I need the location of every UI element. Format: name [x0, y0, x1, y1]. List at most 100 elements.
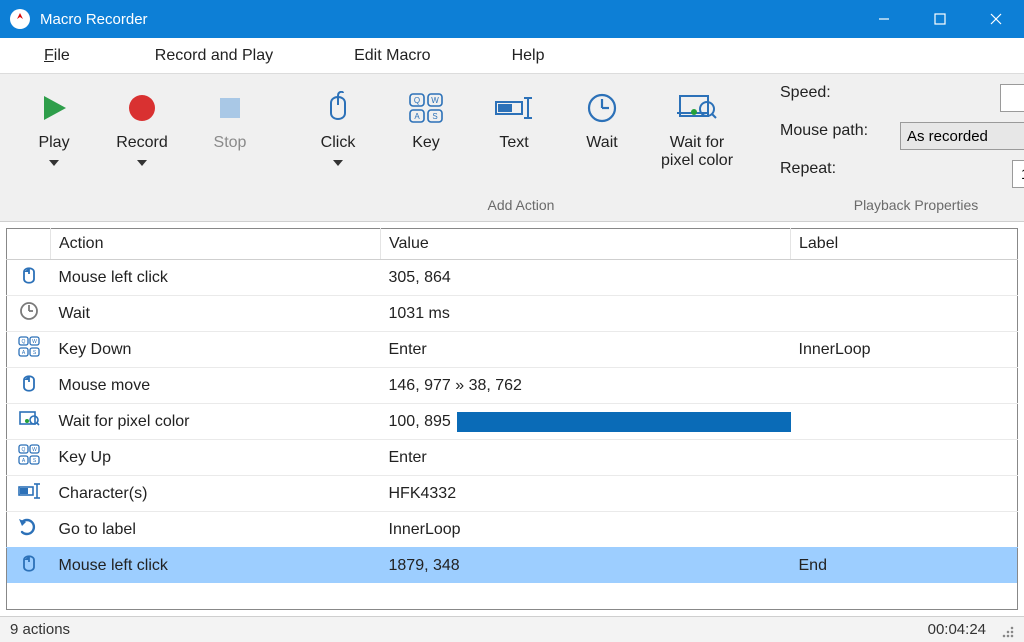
- maximize-button[interactable]: [912, 0, 968, 38]
- cell-action: Mouse left click: [51, 548, 381, 584]
- table-row[interactable]: Mouse left click1879, 348End: [7, 548, 1018, 584]
- add-key-button[interactable]: Q W A S Key: [386, 82, 466, 152]
- cell-action: Mouse move: [51, 368, 381, 404]
- cell-action: Go to label: [51, 512, 381, 548]
- table-row[interactable]: Mouse move146, 977 » 38, 762: [7, 368, 1018, 404]
- repeat-label: Repeat:: [780, 160, 892, 188]
- cell-action: Wait: [51, 296, 381, 332]
- pixel-icon: [7, 404, 51, 440]
- menu-help[interactable]: Help: [472, 38, 586, 73]
- speed-input[interactable]: [1000, 84, 1024, 112]
- mouse-path-select[interactable]: As recorded: [900, 122, 1024, 150]
- svg-text:S: S: [33, 458, 37, 464]
- ribbon-group-playback-properties: Speed: Mouse path: As recorded Repeat: P…: [762, 78, 1024, 219]
- cell-label: [791, 368, 1018, 404]
- action-table-wrap: Action Value Label Mouse left click305, …: [0, 222, 1024, 616]
- column-icon[interactable]: [7, 229, 51, 260]
- minimize-button[interactable]: [856, 0, 912, 38]
- svg-text:W: W: [32, 339, 37, 345]
- stop-icon: [216, 88, 244, 128]
- cell-value: HFK4332: [381, 476, 791, 512]
- table-row[interactable]: Character(s)HFK4332: [7, 476, 1018, 512]
- pixel-magnifier-icon: [677, 88, 717, 128]
- clock-icon: [7, 296, 51, 332]
- wait-pixel-label: Wait for pixel color: [661, 134, 733, 171]
- svg-text:A: A: [414, 112, 420, 121]
- app-icon: [10, 9, 30, 29]
- add-wait-button[interactable]: Wait: [562, 82, 642, 152]
- cell-action: Wait for pixel color: [51, 404, 381, 440]
- ribbon-group-add-action-label: Add Action: [288, 197, 754, 219]
- menu-bar: File Record and Play Edit Macro Help: [0, 38, 1024, 74]
- cell-action: Character(s): [51, 476, 381, 512]
- cell-action: Key Down: [51, 332, 381, 368]
- status-bar: 9 actions 00:04:24: [0, 616, 1024, 642]
- cell-label: [791, 296, 1018, 332]
- cell-label: [791, 476, 1018, 512]
- svg-text:A: A: [22, 458, 26, 464]
- mouse-path-label: Mouse path:: [780, 122, 892, 150]
- menu-record-and-play[interactable]: Record and Play: [115, 38, 314, 73]
- table-row[interactable]: Wait1031 ms: [7, 296, 1018, 332]
- chevron-down-icon: [137, 160, 147, 166]
- text-icon: [7, 476, 51, 512]
- cell-value: 1031 ms: [381, 296, 791, 332]
- cell-label: [791, 260, 1018, 296]
- mouse-icon: [7, 260, 51, 296]
- record-label: Record: [116, 134, 168, 152]
- cell-label: [791, 440, 1018, 476]
- mouse-icon: [7, 368, 51, 404]
- click-label: Click: [321, 134, 356, 152]
- keys-icon: QWAS: [7, 332, 51, 368]
- status-time: 00:04:24: [928, 621, 986, 638]
- menu-edit-macro[interactable]: Edit Macro: [314, 38, 471, 73]
- column-value[interactable]: Value: [381, 229, 791, 260]
- text-icon: [494, 88, 534, 128]
- play-button[interactable]: Play: [14, 82, 94, 166]
- add-text-button[interactable]: Text: [474, 82, 554, 152]
- play-label: Play: [38, 134, 69, 152]
- keys-icon: QWAS: [7, 440, 51, 476]
- cell-value: InnerLoop: [381, 512, 791, 548]
- chevron-down-icon: [333, 160, 343, 166]
- close-button[interactable]: [968, 0, 1024, 38]
- play-icon: [38, 88, 70, 128]
- stop-label: Stop: [214, 134, 247, 152]
- goto-icon: [7, 512, 51, 548]
- wait-label: Wait: [586, 134, 617, 152]
- text-label: Text: [499, 134, 528, 152]
- resize-grip-icon[interactable]: [998, 622, 1014, 638]
- key-label: Key: [412, 134, 440, 152]
- cell-value: 1879, 348: [381, 548, 791, 584]
- ribbon-group-playback-label: Playback Properties: [762, 197, 1024, 219]
- cell-value: Enter: [381, 332, 791, 368]
- cell-value: Enter: [381, 440, 791, 476]
- column-label[interactable]: Label: [791, 229, 1018, 260]
- svg-text:W: W: [431, 96, 439, 105]
- record-button[interactable]: Record: [102, 82, 182, 166]
- add-wait-pixel-button[interactable]: Wait for pixel color: [650, 82, 744, 171]
- stop-button[interactable]: Stop: [190, 82, 270, 152]
- table-row[interactable]: QWASKey DownEnterInnerLoop: [7, 332, 1018, 368]
- table-row[interactable]: Go to labelInnerLoop: [7, 512, 1018, 548]
- table-row[interactable]: QWASKey UpEnter: [7, 440, 1018, 476]
- cell-label: [791, 404, 1018, 440]
- repeat-input[interactable]: [1012, 160, 1024, 188]
- column-action[interactable]: Action: [51, 229, 381, 260]
- table-row[interactable]: Wait for pixel color100, 895: [7, 404, 1018, 440]
- svg-text:Q: Q: [414, 96, 420, 105]
- cell-action: Mouse left click: [51, 260, 381, 296]
- svg-text:Q: Q: [21, 447, 25, 453]
- svg-text:S: S: [33, 350, 37, 356]
- ribbon-group-play: Play Record Stop: [4, 78, 280, 219]
- action-table[interactable]: Action Value Label Mouse left click305, …: [6, 228, 1018, 610]
- menu-file[interactable]: File: [0, 38, 115, 73]
- table-row[interactable]: Mouse left click305, 864: [7, 260, 1018, 296]
- cell-label: [791, 512, 1018, 548]
- cell-label: End: [791, 548, 1018, 584]
- titlebar: Macro Recorder: [0, 0, 1024, 38]
- mouse-icon: [323, 88, 353, 128]
- add-click-button[interactable]: Click: [298, 82, 378, 166]
- status-action-count: 9 actions: [10, 621, 70, 638]
- chevron-down-icon: [49, 160, 59, 166]
